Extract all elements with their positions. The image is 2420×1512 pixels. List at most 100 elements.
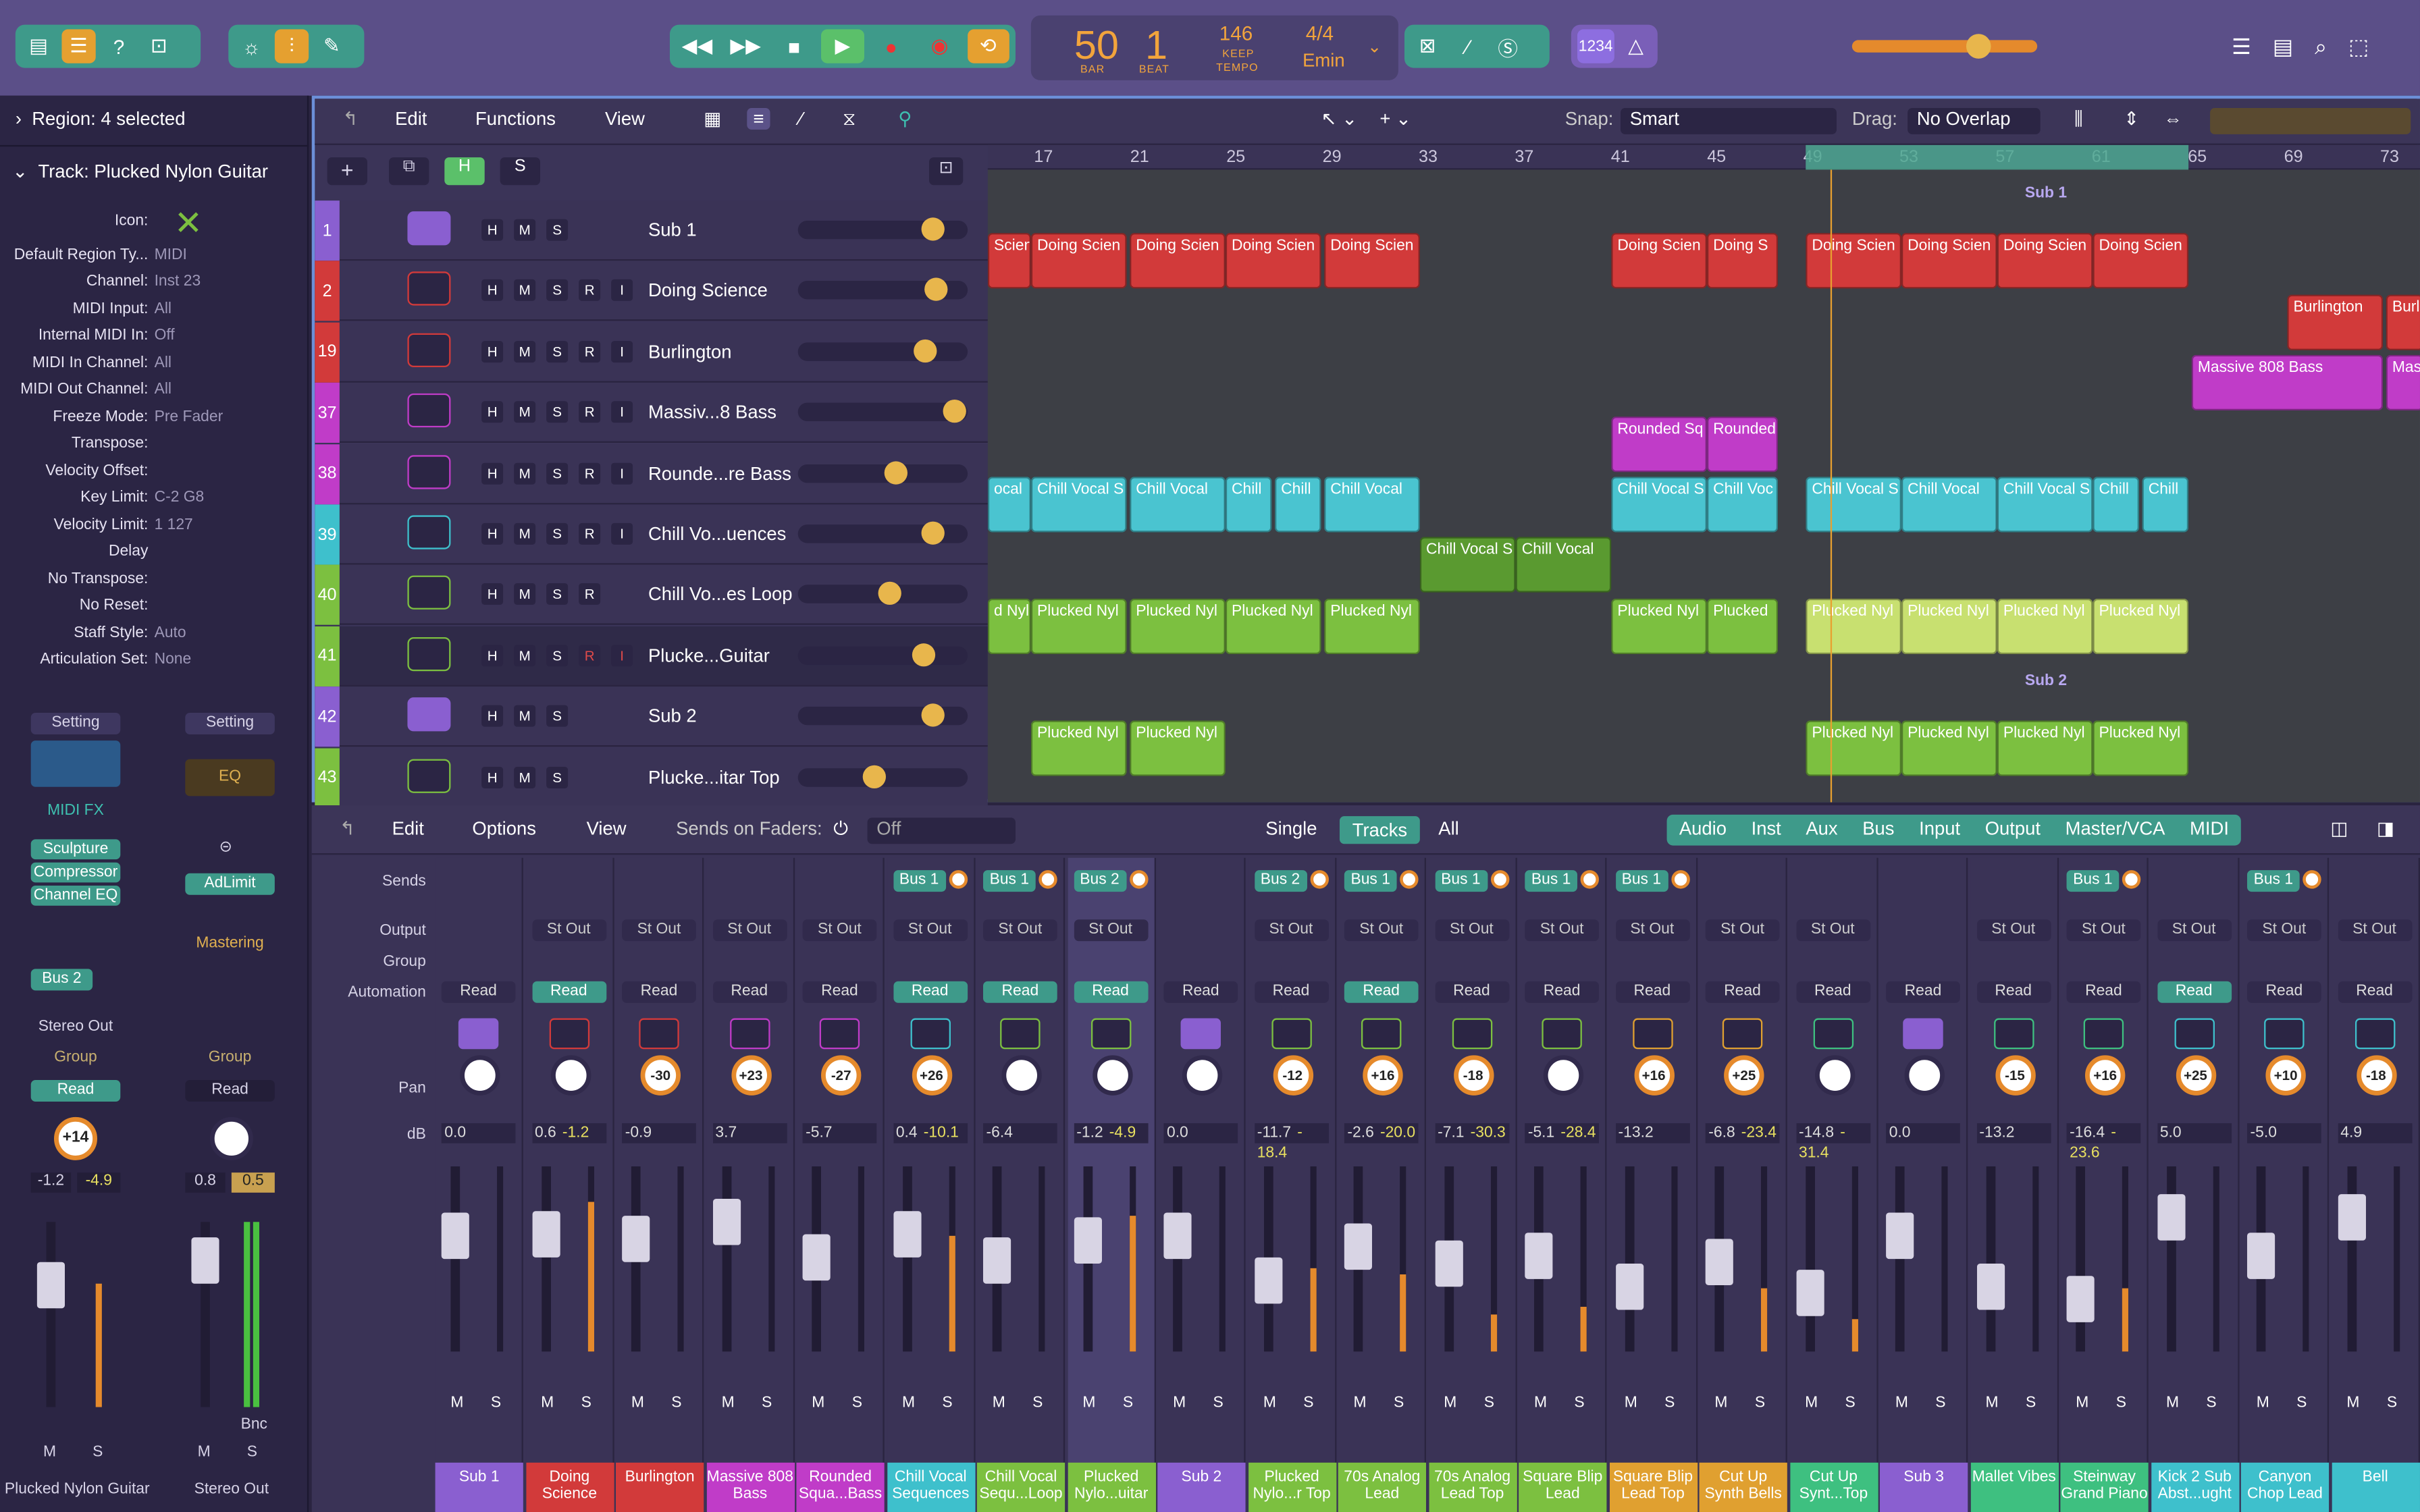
track-i-button[interactable]: I (611, 401, 633, 423)
mute-button[interactable]: M (631, 1395, 644, 1411)
solo-button[interactable]: S (1484, 1395, 1494, 1411)
solo-button[interactable]: S (942, 1395, 952, 1411)
mute-button[interactable]: M (1354, 1395, 1367, 1411)
list-icon[interactable]: ☰ (2232, 34, 2251, 60)
help-icon[interactable]: ? (102, 29, 136, 63)
editor-icon[interactable]: ✎ (315, 29, 348, 63)
volume-knob[interactable] (921, 217, 945, 241)
track-s-button[interactable]: S (546, 644, 569, 666)
mixer-options-menu[interactable]: Options (472, 817, 536, 839)
pan-knob[interactable] (1001, 1055, 1042, 1096)
mute-button[interactable]: M (993, 1395, 1005, 1411)
waveform-zoom-icon[interactable]: ⫼ (2074, 108, 2083, 131)
automation-mode[interactable]: Read (2066, 981, 2141, 1003)
track-m-button[interactable]: M (514, 705, 536, 727)
fader-cap[interactable] (622, 1216, 650, 1263)
automation-read[interactable]: Read (30, 1079, 121, 1102)
channel-strip[interactable]: Read 0.0 M S Sub 3 (1879, 857, 1968, 1512)
capture-icon[interactable]: ◉ (918, 29, 961, 63)
fader-cap[interactable] (2157, 1193, 2185, 1240)
output-slot[interactable]: St Out (1525, 919, 1599, 942)
fader-cap-2[interactable] (191, 1237, 219, 1284)
pan-knob[interactable]: -12 (1272, 1055, 1313, 1096)
mute-button[interactable]: M (1625, 1395, 1637, 1411)
instrument-icon[interactable] (407, 576, 451, 610)
master-volume-knob[interactable] (1966, 34, 1991, 59)
track-volume-slider[interactable] (797, 460, 968, 484)
summing-stack-icon[interactable] (407, 211, 451, 246)
channel-strip[interactable]: St Out Read +23 3.7 M S Massive 808 Bass (706, 857, 794, 1512)
region[interactable]: Plucked Nyl (1130, 598, 1226, 654)
channel-strip[interactable]: Bus 1 St Out Read +16 -13.2 M S Square Blip Lea… (1608, 857, 1698, 1512)
solo-mode-icon[interactable]: Ⓢ (1491, 29, 1525, 63)
mute-button[interactable]: M (812, 1395, 824, 1411)
pan-knob[interactable]: +26 (911, 1055, 952, 1096)
region[interactable]: Plucked Nyl (1997, 720, 2093, 776)
region[interactable]: Plucked Nyl (1030, 720, 1127, 776)
automation-mode[interactable]: Read (531, 981, 606, 1003)
channel-icon[interactable] (1903, 1018, 1943, 1050)
instrument-icon[interactable] (407, 333, 451, 367)
browser-icon[interactable]: ⬚ (2348, 34, 2369, 60)
track-s-button[interactable]: S (546, 401, 569, 423)
mute-button[interactable]: M (1986, 1395, 1999, 1411)
region[interactable]: Chill Vocal S (1611, 477, 1707, 533)
fader-cap[interactable] (1705, 1239, 1733, 1285)
output-slot[interactable]: St Out (1614, 919, 1689, 942)
volume-fader[interactable] (1976, 1166, 2004, 1352)
volume-fader[interactable] (1254, 1166, 1282, 1352)
track-header[interactable]: 19 H M S R I Burlington (315, 322, 988, 383)
track-h-button[interactable]: H (481, 340, 504, 362)
eq-button[interactable]: EQ (185, 759, 275, 796)
volume-fader[interactable] (441, 1166, 469, 1352)
fader-cap[interactable] (36, 1262, 65, 1309)
volume-knob[interactable] (912, 643, 936, 666)
track-m-button[interactable]: M (514, 401, 536, 423)
region[interactable]: Chill Vocal (1324, 477, 1420, 533)
region[interactable]: Plucked (1706, 598, 1779, 654)
output-slot[interactable]: St Out (982, 919, 1057, 942)
group-label[interactable]: Group (31, 1049, 121, 1066)
fader-track-2[interactable] (191, 1222, 219, 1407)
inspector-row[interactable]: Channel: Inst 23 (0, 273, 309, 300)
output-slot[interactable]: St Out (802, 919, 877, 942)
region[interactable]: Chill Vocal S (1419, 537, 1516, 593)
send-knob[interactable] (948, 870, 967, 889)
track-r-button[interactable]: R (579, 522, 601, 545)
track-name[interactable]: Doing Science (648, 280, 768, 302)
inspector-row[interactable]: Key Limit: C-2 G8 (0, 489, 309, 516)
link-icon[interactable]: ⊝ (219, 839, 232, 856)
track-h-button[interactable]: H (481, 401, 504, 423)
track-s-button[interactable]: S (546, 522, 569, 545)
output-slot[interactable]: St Out (2157, 919, 2231, 942)
mute-button[interactable]: M (2166, 1395, 2179, 1411)
rewind-icon[interactable]: ◀◀ (676, 29, 718, 63)
channel-strip[interactable]: St Out Read -27 -5.7 M S Rounded Squa...Bass (796, 857, 885, 1512)
send-slot[interactable]: Bus 1 (1434, 870, 1488, 892)
track-lanes[interactable]: Scien Doing Scien Doing Scien Doing Scien Do… (987, 169, 2420, 803)
solo-button[interactable]: S (2116, 1395, 2126, 1411)
fader-cap[interactable] (1614, 1263, 1643, 1310)
solo-button[interactable]: S (1935, 1395, 1945, 1411)
wide-strips-icon[interactable]: ◨ (2377, 817, 2394, 839)
channel-icon[interactable] (458, 1018, 499, 1050)
solo-button[interactable]: S (1845, 1395, 1856, 1411)
pan-knob[interactable] (1182, 1055, 1223, 1096)
solo-button[interactable]: S (1303, 1395, 1313, 1411)
output-label[interactable]: Stereo Out (31, 1019, 121, 1035)
grid-view-icon[interactable]: ▦ (704, 108, 721, 130)
track-header[interactable]: 2 H M S R I Doing Science (315, 261, 988, 322)
guitar-icon[interactable]: ✕ (167, 204, 210, 247)
volume-knob[interactable] (884, 460, 908, 484)
output-slot[interactable]: St Out (531, 919, 606, 942)
fader-cap[interactable] (1525, 1232, 1553, 1279)
channel-strip[interactable]: Read 0.0 M S Sub 2 (1157, 857, 1246, 1512)
fader-cap[interactable] (1434, 1240, 1463, 1287)
solo-button[interactable]: S (2387, 1395, 2397, 1411)
track-h-button[interactable]: H (481, 219, 504, 241)
mute-button[interactable]: M (2346, 1395, 2359, 1411)
output-slot[interactable]: St Out (893, 919, 967, 942)
group-label-2[interactable]: Group (185, 1049, 275, 1066)
region[interactable]: Chill Vocal S (1806, 477, 1901, 533)
inspector-row[interactable]: Staff Style: Auto (0, 624, 309, 651)
